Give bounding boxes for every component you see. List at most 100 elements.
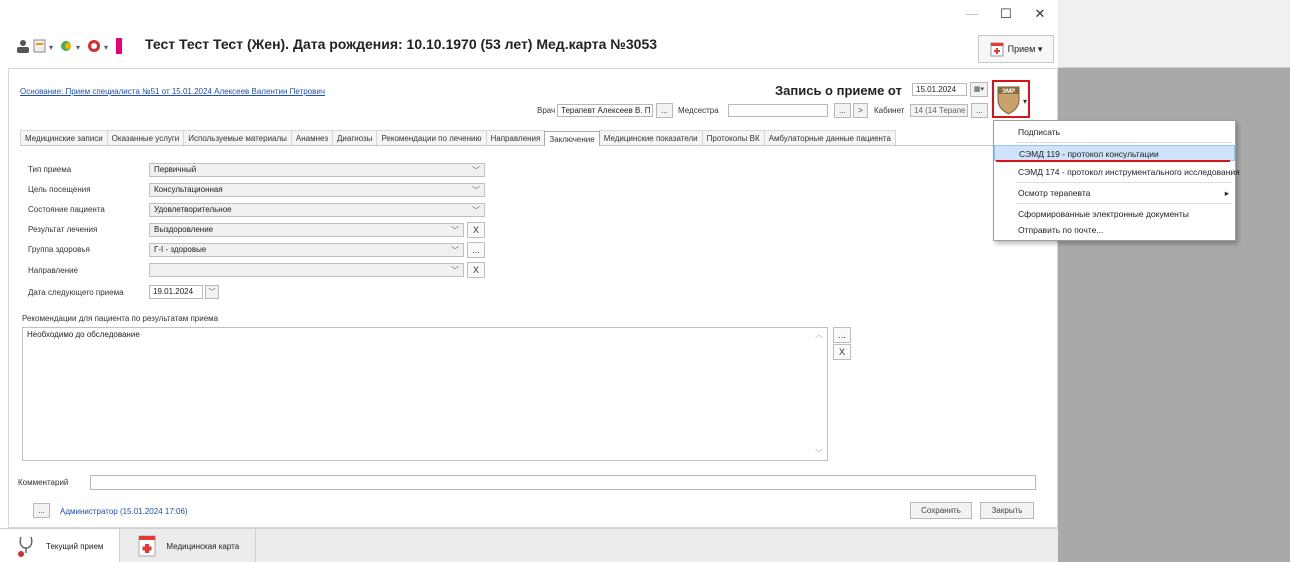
chevron-down-icon: ﹀ xyxy=(451,246,459,255)
author-info[interactable]: Администратор (15.01.2024 17:06) xyxy=(60,507,188,516)
result-value: Выздоровление xyxy=(154,225,214,234)
toolbar-extension xyxy=(1058,0,1290,68)
priem-button[interactable]: Прием ▾ xyxy=(978,35,1054,63)
cabinet-select-button[interactable]: ... xyxy=(971,103,988,118)
scroll-up-icon[interactable]: ︿ xyxy=(815,329,823,340)
nurse-field[interactable] xyxy=(728,104,828,117)
ehr-sign-button[interactable]: ЭМР ▾ xyxy=(992,80,1030,118)
stethoscope-icon xyxy=(18,536,33,557)
health-group-select-button[interactable]: ... xyxy=(467,242,485,258)
chevron-down-icon: ﹀ xyxy=(451,266,459,275)
chevron-down-icon: ﹀ xyxy=(472,206,480,215)
health-group-select[interactable]: Г-I - здоровые ﹀ xyxy=(149,243,464,257)
priem-button-label: Прием ▾ xyxy=(1007,43,1043,54)
health-group-label: Группа здоровья xyxy=(28,245,90,254)
save-button[interactable]: Сохранить xyxy=(910,502,972,519)
comment-label: Комментарий xyxy=(18,478,69,487)
cabinet-field[interactable]: 14 (14 Терапе xyxy=(910,104,968,117)
color-marker-icon[interactable] xyxy=(116,38,122,54)
cabinet-label: Кабинет xyxy=(874,106,905,115)
visit-type-value: Первичный xyxy=(154,165,197,174)
window-title: Тест Тест Тест (Жен). Дата рождения: 10.… xyxy=(145,36,658,52)
record-date-field[interactable]: 15.01.2024 xyxy=(912,83,967,96)
background-area xyxy=(1058,0,1290,562)
record-tabs: Медицинские записи Оказанные услуги Испо… xyxy=(20,130,1000,146)
tab-medical-indicators[interactable]: Медицинские показатели xyxy=(598,130,703,145)
ehr-badge-text: ЭМР xyxy=(1002,89,1015,95)
direction-label: Направление xyxy=(28,266,78,275)
menu-separator xyxy=(1016,182,1232,183)
tab-vk-protocols[interactable]: Протоколы ВК xyxy=(701,130,765,145)
direction-clear-button[interactable]: X xyxy=(467,262,485,278)
menu-item-send-email[interactable]: Отправить по почте... xyxy=(994,222,1235,238)
ehr-context-menu: Подписать СЭМД 119 - протокол консультац… xyxy=(993,120,1240,241)
tab-services[interactable]: Оказанные услуги xyxy=(106,130,185,145)
user-icon[interactable] xyxy=(16,39,30,53)
menu-item-sign[interactable]: Подписать xyxy=(994,124,1235,140)
basis-link[interactable]: Основание: Прием специалиста №51 от 15.0… xyxy=(20,87,325,96)
medical-box-icon xyxy=(990,42,1004,57)
tab-outpatient-data[interactable]: Амбулаторные данные пациента xyxy=(763,130,896,145)
health-group-value: Г-I - здоровые xyxy=(154,245,207,254)
doctor-label: Врач xyxy=(537,106,556,115)
next-visit-calendar-button[interactable]: ﹀ xyxy=(205,285,219,299)
purpose-value: Консультационная xyxy=(154,185,223,194)
svg-text:▾: ▾ xyxy=(49,43,53,52)
nurse-label: Медсестра xyxy=(678,106,719,115)
visit-type-select[interactable]: Первичный ﹀ xyxy=(149,163,485,177)
recommendations-select-button[interactable]: ... xyxy=(833,327,851,343)
lifebuoy-icon[interactable]: ▾ xyxy=(87,39,113,53)
menu-item-semd-174[interactable]: СЭМД 174 - протокол инструментального ис… xyxy=(994,164,1240,180)
patient-state-select[interactable]: Удовлетворительное ﹀ xyxy=(149,203,485,217)
menu-item-therapist-exam-label: Осмотр терапевта xyxy=(1018,188,1091,198)
pill-icon[interactable]: ▾ xyxy=(60,39,84,53)
toolbar: ▾ ▾ ▾ xyxy=(16,38,122,54)
minimize-button[interactable]: — xyxy=(962,4,982,24)
tab-conclusion[interactable]: Заключение xyxy=(544,131,600,146)
scroll-down-icon[interactable]: ﹀ xyxy=(815,448,823,459)
tab-current-visit[interactable]: Текущий прием xyxy=(0,529,121,562)
tab-medical-card-label: Медицинская карта xyxy=(166,541,240,551)
tab-diagnoses[interactable]: Диагнозы xyxy=(331,130,378,145)
close-button[interactable]: Закрыть xyxy=(980,502,1034,519)
tab-referrals[interactable]: Направления xyxy=(485,130,546,145)
tab-medical-records[interactable]: Медицинские записи xyxy=(20,130,108,145)
author-select-button[interactable]: ... xyxy=(33,503,50,518)
tab-materials[interactable]: Используемые материалы xyxy=(183,130,292,145)
doctor-field[interactable]: Терапевт Алексеев В. П xyxy=(557,104,653,117)
menu-item-generated-docs[interactable]: Сформированные электронные документы xyxy=(994,206,1235,222)
document-icon[interactable]: ▾ xyxy=(33,39,57,53)
svg-text:▾: ▾ xyxy=(1023,97,1027,106)
result-clear-button[interactable]: X xyxy=(467,222,485,238)
nurse-next-button[interactable]: > xyxy=(853,103,868,118)
submenu-arrow-icon: ▸ xyxy=(1224,188,1229,198)
recommendations-label: Рекомендации для пациента по результатам… xyxy=(22,314,219,323)
next-visit-date-field[interactable]: 19.01.2024 xyxy=(149,285,203,299)
tab-current-visit-label: Текущий прием xyxy=(46,541,104,551)
recommendations-textarea[interactable]: Необходимо до обследование xyxy=(22,327,828,461)
tab-anamnesis[interactable]: Анамнез xyxy=(290,130,333,145)
doctor-select-button[interactable]: ... xyxy=(656,103,673,118)
menu-separator xyxy=(1016,203,1232,204)
nurse-select-button[interactable]: ... xyxy=(834,103,851,118)
maximize-button[interactable]: ☐ xyxy=(996,4,1016,24)
chevron-down-icon: ﹀ xyxy=(451,226,459,235)
menu-item-semd-119[interactable]: СЭМД 119 - протокол консультации xyxy=(994,145,1235,161)
record-title: Запись о приеме от xyxy=(775,83,902,98)
purpose-label: Цель посещения xyxy=(28,185,91,194)
menu-separator xyxy=(1016,142,1232,143)
recommendations-clear-button[interactable]: X xyxy=(833,344,851,360)
result-select[interactable]: Выздоровление ﹀ xyxy=(149,223,464,237)
close-window-button[interactable]: ✕ xyxy=(1030,4,1050,24)
comment-field[interactable] xyxy=(90,475,1036,490)
svg-text:▾: ▾ xyxy=(76,43,80,52)
purpose-select[interactable]: Консультационная ﹀ xyxy=(149,183,485,197)
menu-item-therapist-exam[interactable]: Осмотр терапевта ▸ xyxy=(994,185,1235,201)
chevron-down-icon: ﹀ xyxy=(472,186,480,195)
next-visit-label: Дата следующего приема xyxy=(28,288,124,297)
tab-treatment-recommendations[interactable]: Рекомендации по лечению xyxy=(376,130,487,145)
tab-medical-card[interactable]: Медицинская карта xyxy=(120,529,257,562)
direction-select[interactable]: ﹀ xyxy=(149,263,464,277)
calendar-dropdown-button[interactable]: ▦▾ xyxy=(970,82,988,97)
result-label: Результат лечения xyxy=(28,225,98,234)
